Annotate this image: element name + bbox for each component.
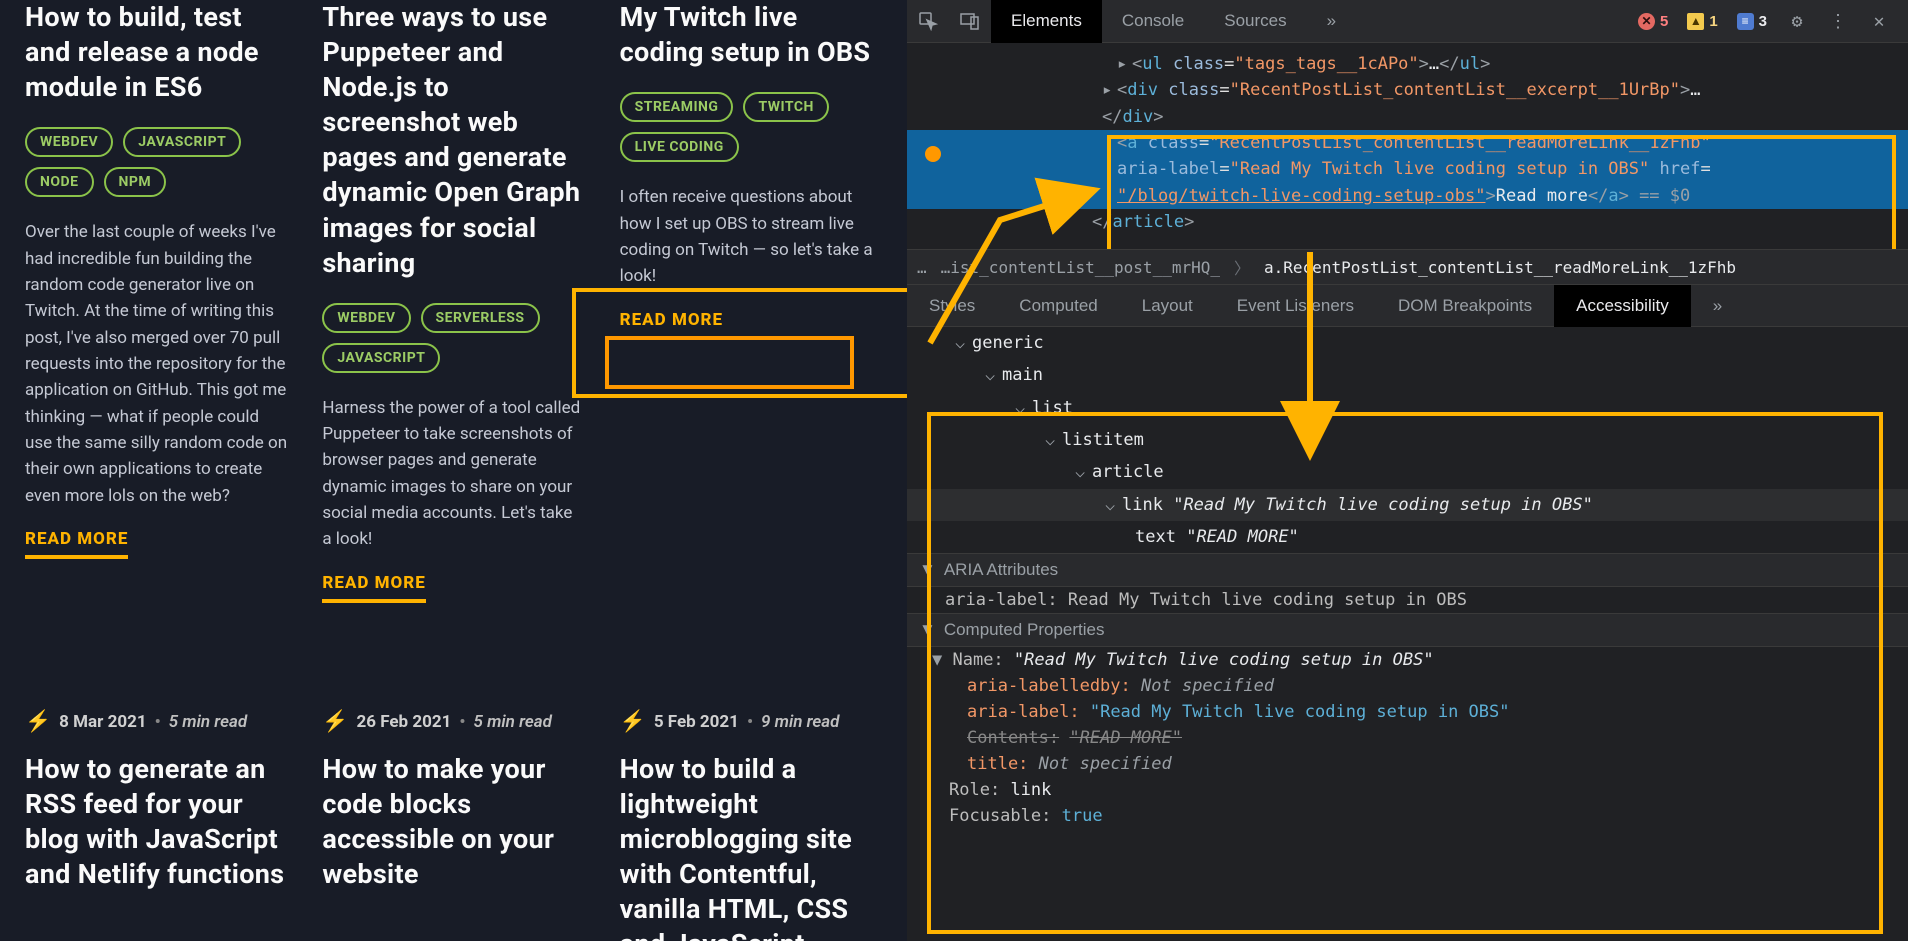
- subtab-styles[interactable]: Styles: [907, 285, 997, 327]
- computed-properties-section[interactable]: ▼Computed Properties: [907, 613, 1908, 647]
- computed-role-row: Role: link: [907, 777, 1908, 803]
- devtools-panel: Elements Console Sources » ✕5 ▲1 ≡3 ⚙ ⋮ …: [907, 0, 1908, 941]
- device-toolbar-icon[interactable]: [949, 0, 991, 43]
- tag[interactable]: NODE: [25, 167, 94, 197]
- post-title[interactable]: How to generate an RSS feed for your blo…: [25, 752, 287, 892]
- computed-name-row: ▼ Name: "Read My Twitch live coding setu…: [907, 647, 1908, 673]
- post-title[interactable]: Three ways to use Puppeteer and Node.js …: [322, 0, 584, 281]
- lightning-icon: ⚡: [322, 710, 348, 734]
- computed-labelledby-row: aria-labelledby: Not specified: [907, 673, 1908, 699]
- devtools-tab-console[interactable]: Console: [1102, 0, 1204, 43]
- dom-tree-panel[interactable]: ▸<ul class="tags_tags__1cAPo">…</ul> ▸<d…: [907, 43, 1908, 249]
- post-date: 5 Feb 2021: [654, 712, 739, 732]
- close-icon[interactable]: ✕: [1860, 2, 1898, 40]
- breakpoint-indicator-icon[interactable]: [925, 146, 941, 162]
- post-meta: ⚡ 26 Feb 2021 • 5 min read: [322, 710, 584, 734]
- blog-post: Three ways to use Puppeteer and Node.js …: [322, 0, 584, 603]
- tag[interactable]: JAVASCRIPT: [123, 127, 241, 157]
- breadcrumb-item-current[interactable]: a.RecentPostList_contentList__readMoreLi…: [1264, 258, 1736, 277]
- post-excerpt: Over the last couple of weeks I've had i…: [25, 219, 287, 509]
- dom-breadcrumb[interactable]: … …ist_contentList__post__mrHQ_ 〉 a.Rece…: [907, 249, 1908, 285]
- post-excerpt: Harness the power of a tool called Puppe…: [322, 395, 584, 553]
- blog-content-panel: How to build, test and release a node mo…: [0, 0, 907, 941]
- post-meta: ⚡ 5 Feb 2021 • 9 min read: [620, 710, 882, 734]
- tag[interactable]: SERVERLESS: [421, 303, 540, 333]
- post-title[interactable]: My Twitch live coding setup in OBS: [620, 0, 882, 70]
- computed-contents-row: Contents: "READ MORE": [907, 725, 1908, 751]
- blog-post: ⚡ 26 Feb 2021 • 5 min read How to make y…: [322, 638, 584, 941]
- devtools-subtabs: Styles Computed Layout Event Listeners D…: [907, 285, 1908, 327]
- blog-post: How to build, test and release a node mo…: [25, 0, 287, 603]
- kebab-menu-icon[interactable]: ⋮: [1819, 2, 1857, 40]
- post-excerpt: I often receive questions about how I se…: [620, 184, 882, 289]
- devtools-toolbar: Elements Console Sources » ✕5 ▲1 ≡3 ⚙ ⋮ …: [907, 0, 1908, 43]
- read-more-link[interactable]: READ MORE: [25, 529, 128, 559]
- subtab-event-listeners[interactable]: Event Listeners: [1215, 285, 1376, 327]
- blog-post: ⚡ 5 Feb 2021 • 9 min read How to build a…: [620, 638, 882, 941]
- post-readtime: 5 min read: [169, 712, 247, 732]
- lightning-icon: ⚡: [620, 710, 646, 734]
- accessibility-tree-panel[interactable]: ⌵generic ⌵main ⌵list ⌵listitem ⌵article …: [907, 327, 1908, 941]
- warning-count-badge[interactable]: ▲1: [1679, 10, 1725, 33]
- post-date: 8 Mar 2021: [59, 712, 146, 732]
- lightning-icon: ⚡: [25, 710, 51, 734]
- info-count-badge[interactable]: ≡3: [1729, 10, 1775, 33]
- computed-arialabel-row: aria-label: "Read My Twitch live coding …: [907, 699, 1908, 725]
- post-title[interactable]: How to build a lightweight microblogging…: [620, 752, 882, 941]
- subtab-computed[interactable]: Computed: [997, 285, 1119, 327]
- computed-title-row: title: Not specified: [907, 751, 1908, 777]
- subtab-more[interactable]: »: [1691, 285, 1744, 327]
- tag[interactable]: WEBDEV: [25, 127, 113, 157]
- settings-icon[interactable]: ⚙: [1778, 2, 1816, 40]
- inspect-element-icon[interactable]: [907, 0, 949, 43]
- tag[interactable]: WEBDEV: [322, 303, 410, 333]
- post-readtime: 5 min read: [473, 712, 551, 732]
- aria-attributes-section[interactable]: ▼ARIA Attributes: [907, 553, 1908, 587]
- tag[interactable]: LIVE CODING: [620, 132, 739, 162]
- post-title[interactable]: How to build, test and release a node mo…: [25, 0, 287, 105]
- read-more-link[interactable]: READ MORE: [620, 310, 723, 340]
- tag[interactable]: STREAMING: [620, 92, 734, 122]
- breadcrumb-item[interactable]: …ist_contentList__post__mrHQ_: [941, 258, 1220, 277]
- accessibility-tree-selected-node[interactable]: ⌵link "Read My Twitch live coding setup …: [907, 489, 1908, 521]
- subtab-layout[interactable]: Layout: [1120, 285, 1215, 327]
- tag[interactable]: JAVASCRIPT: [322, 343, 440, 373]
- devtools-tab-sources[interactable]: Sources: [1204, 0, 1306, 43]
- devtools-tab-elements[interactable]: Elements: [991, 0, 1102, 43]
- post-date: 26 Feb 2021: [356, 712, 451, 732]
- error-count-badge[interactable]: ✕5: [1630, 10, 1676, 33]
- dom-selected-node[interactable]: <a class="RecentPostList_contentList__re…: [907, 130, 1908, 156]
- blog-post: My Twitch live coding setup in OBS STREA…: [620, 0, 882, 603]
- computed-focusable-row: Focusable: true: [907, 803, 1908, 829]
- tag[interactable]: TWITCH: [743, 92, 828, 122]
- read-more-link[interactable]: READ MORE: [322, 573, 425, 603]
- post-title[interactable]: How to make your code blocks accessible …: [322, 752, 584, 892]
- blog-post: ⚡ 8 Mar 2021 • 5 min read How to generat…: [25, 638, 287, 941]
- devtools-tab-more[interactable]: »: [1307, 0, 1356, 43]
- tag[interactable]: NPM: [104, 167, 167, 197]
- aria-attribute-row: aria-label: Read My Twitch live coding s…: [907, 587, 1908, 613]
- subtab-dom-breakpoints[interactable]: DOM Breakpoints: [1376, 285, 1554, 327]
- post-readtime: 9 min read: [761, 712, 839, 732]
- post-meta: ⚡ 8 Mar 2021 • 5 min read: [25, 710, 287, 734]
- subtab-accessibility[interactable]: Accessibility: [1554, 285, 1691, 327]
